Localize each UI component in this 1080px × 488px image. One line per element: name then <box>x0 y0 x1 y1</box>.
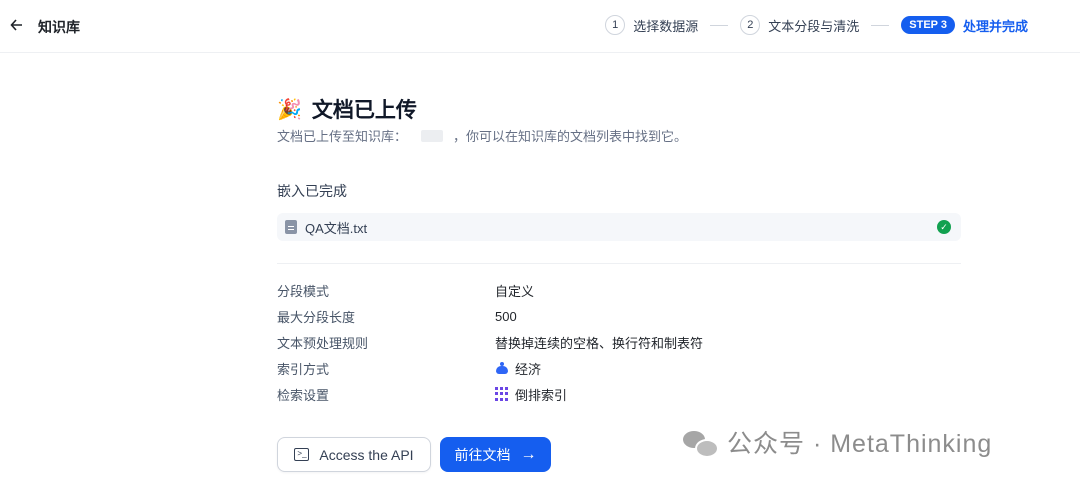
step-1-number: 1 <box>605 15 626 35</box>
embed-status-title: 嵌入已完成 <box>277 183 347 199</box>
step-2-label: 文本分段与清洗 <box>768 18 860 34</box>
step-divider <box>871 24 890 26</box>
upload-title: 文档已上传 <box>311 99 417 122</box>
go-to-documents-button[interactable]: 前往文档 → <box>440 437 551 472</box>
info-label: 文本预处理规则 <box>277 335 369 351</box>
step-divider <box>710 24 729 26</box>
upload-subtitle: 文档已上传至知识库： ，你可以在知识库的文档列表中找到它。 <box>277 126 961 145</box>
divider <box>277 263 961 264</box>
arrow-left-icon[interactable] <box>10 14 26 36</box>
arrow-right-icon: → <box>520 445 537 463</box>
step-2: 2 文本分段与清洗 <box>740 15 859 35</box>
file-row: QA文档.txt ✓ <box>277 213 961 241</box>
settings-summary: 分段模式 自定义 最大分段长度 500 文本预处理规则 替换掉连续的空格、换行符… <box>277 277 961 407</box>
info-value: 经济 <box>515 361 542 377</box>
main-content: 🎉 文档已上传 文档已上传至知识库： ，你可以在知识库的文档列表中找到它。 嵌入… <box>277 92 961 407</box>
info-row: 索引方式 经济 <box>277 355 961 381</box>
info-row: 文本预处理规则 替换掉连续的空格、换行符和制表符 <box>277 329 961 355</box>
subtitle-prefix: 文档已上传至知识库： <box>277 129 408 144</box>
watermark-text: 公众号 · MetaThinking <box>727 430 993 458</box>
wechat-icon <box>683 429 719 458</box>
step-3: STEP 3 处理并完成 <box>901 16 1028 35</box>
header: 知识库 1 选择数据源 2 文本分段与清洗 STEP 3 处理并完成 <box>0 0 1080 53</box>
step-1-label: 选择数据源 <box>633 18 699 34</box>
stepper: 1 选择数据源 2 文本分段与清洗 STEP 3 处理并完成 <box>605 15 1028 35</box>
grid-icon <box>495 387 509 401</box>
access-api-button[interactable]: >_ Access the API <box>277 437 431 472</box>
access-api-label: Access the API <box>319 446 414 463</box>
title-row: 🎉 文档已上传 <box>277 92 961 126</box>
knowledge-base-name-redacted <box>421 129 444 142</box>
info-label: 索引方式 <box>277 361 330 377</box>
subtitle-suffix: ，你可以在知识库的文档列表中找到它。 <box>453 129 688 144</box>
info-row: 最大分段长度 500 <box>277 303 961 329</box>
step-2-number: 2 <box>740 15 761 35</box>
info-value-wrapper: 倒排索引 <box>495 385 567 404</box>
info-label: 检索设置 <box>277 387 330 403</box>
info-row: 分段模式 自定义 <box>277 277 961 303</box>
info-label: 最大分段长度 <box>277 309 356 325</box>
check-circle-icon: ✓ <box>937 220 951 234</box>
info-row: 检索设置 倒排索引 <box>277 381 961 407</box>
watermark: 公众号 · MetaThinking <box>683 424 992 460</box>
step-1: 1 选择数据源 <box>605 15 698 35</box>
file-name: QA文档.txt <box>305 220 368 236</box>
info-value: 倒排索引 <box>515 387 568 403</box>
step-3-badge: STEP 3 <box>901 16 955 34</box>
info-label: 分段模式 <box>277 283 330 299</box>
info-value-wrapper: 经济 <box>495 359 541 378</box>
step-3-label: 处理并完成 <box>962 18 1028 34</box>
info-value: 替换掉连续的空格、换行符和制表符 <box>495 335 704 351</box>
info-value: 自定义 <box>495 283 535 299</box>
page-title: 知识库 <box>38 19 80 35</box>
file-icon <box>285 220 297 234</box>
info-value: 500 <box>495 308 517 324</box>
piggy-bank-icon <box>495 362 509 374</box>
party-popper-icon: 🎉 <box>277 98 302 121</box>
go-to-documents-label: 前往文档 <box>454 446 511 463</box>
terminal-icon: >_ <box>294 448 310 461</box>
